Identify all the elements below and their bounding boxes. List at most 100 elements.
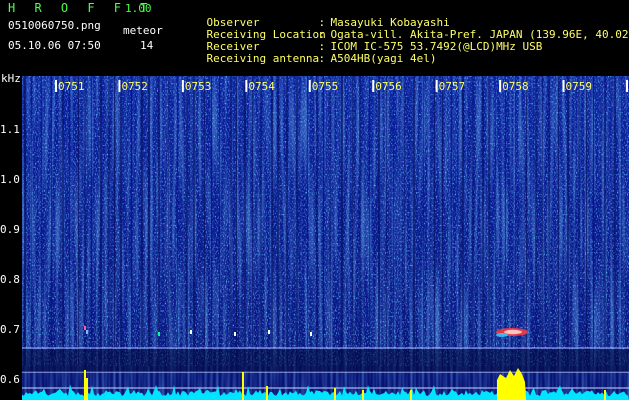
- dark-column: [316, 76, 318, 366]
- echo-bar: [86, 378, 88, 400]
- level-band: [22, 349, 629, 372]
- dark-column: [495, 76, 496, 366]
- time-tick-label: 0756: [375, 80, 402, 93]
- time-tick-mark: [245, 80, 248, 92]
- dark-column: [286, 76, 288, 366]
- dark-column: [586, 76, 587, 366]
- date-time: 05.10.06 07:50: [8, 39, 101, 52]
- dark-column: [186, 76, 188, 366]
- noise-speckle: [22, 76, 629, 366]
- info-row-antenna: Receiving antenna: A504HB(yagi 4el): [206, 52, 437, 65]
- echo-bar: [242, 372, 244, 400]
- dark-column: [69, 76, 70, 366]
- info-value: A504HB(yagi 4el): [330, 52, 437, 65]
- dark-column: [100, 76, 102, 366]
- dark-column: [84, 76, 86, 366]
- dark-column: [260, 76, 262, 366]
- header-panel: H R O F F T 1.00 0510060750.png meteor 0…: [0, 0, 629, 76]
- dark-column: [451, 76, 452, 366]
- dark-column: [177, 76, 178, 366]
- echo-bar: [604, 390, 606, 400]
- dark-column: [41, 76, 42, 366]
- dark-column: [393, 76, 394, 366]
- dark-column: [78, 76, 79, 366]
- info-key: Receiving antenna: [206, 52, 320, 65]
- dark-column: [211, 76, 212, 366]
- dark-column: [193, 76, 195, 366]
- spectrogram-plot: 0751075207530754075507560757075807590800: [22, 76, 629, 400]
- dark-column: [148, 76, 150, 366]
- echo-bar: [334, 388, 336, 400]
- dark-column: [558, 76, 559, 366]
- time-tick-mark: [118, 80, 121, 92]
- meteor-label: meteor: [123, 24, 163, 37]
- time-tick-mark: [562, 80, 565, 92]
- dark-column: [542, 76, 543, 366]
- dark-column: [168, 76, 169, 366]
- time-tick-label: 0753: [185, 80, 212, 93]
- dark-column: [578, 76, 580, 366]
- echo-bar: [410, 390, 412, 400]
- dark-column: [423, 76, 424, 366]
- time-tick-label: 0754: [248, 80, 275, 93]
- dark-column: [604, 76, 606, 366]
- dark-column: [535, 76, 537, 366]
- dark-column: [404, 76, 405, 366]
- dark-column: [341, 76, 343, 366]
- echo-bar: [266, 386, 268, 400]
- dark-column: [219, 76, 220, 366]
- dark-column: [378, 76, 380, 366]
- dark-column: [434, 76, 435, 366]
- y-tick-label: 1.0: [0, 173, 20, 186]
- dark-column: [141, 76, 143, 366]
- y-tick-label: 0.8: [0, 273, 20, 286]
- dark-column: [352, 76, 353, 366]
- dark-column: [386, 76, 387, 366]
- dark-column: [158, 76, 160, 366]
- small-echo-mark: [268, 330, 270, 334]
- dark-column: [505, 76, 506, 366]
- time-tick-mark: [181, 80, 184, 92]
- dark-column: [108, 76, 110, 366]
- dark-column: [442, 76, 443, 366]
- dark-column: [296, 76, 298, 366]
- echo-bar: [84, 370, 86, 400]
- time-tick-mark: [55, 80, 57, 92]
- y-tick-label: 0.7: [0, 323, 20, 336]
- small-echo-mark: [84, 326, 86, 330]
- unit-label: kHz: [1, 72, 21, 85]
- y-tick-label: 0.9: [0, 223, 20, 236]
- dark-column: [51, 76, 52, 366]
- time-tick-label: 0752: [121, 80, 148, 93]
- meteor-echo-highlight: [504, 329, 522, 335]
- dark-column: [204, 76, 205, 366]
- small-echo-mark: [86, 330, 88, 334]
- time-tick-label: 0759: [566, 80, 593, 93]
- small-echo-mark: [158, 332, 160, 336]
- dark-column: [515, 76, 516, 366]
- file-name: 0510060750.png: [8, 19, 101, 32]
- dark-column: [621, 76, 622, 366]
- small-echo-mark: [190, 330, 192, 334]
- y-tick-label: 0.6: [0, 373, 20, 386]
- dark-column: [252, 76, 253, 366]
- dark-column: [369, 76, 370, 366]
- echo-bar: [362, 390, 364, 400]
- dark-column: [472, 76, 474, 366]
- dark-column: [120, 76, 122, 366]
- dark-column: [236, 76, 237, 366]
- time-tick-mark: [372, 80, 375, 92]
- small-echo-mark: [310, 332, 312, 336]
- dark-column: [131, 76, 132, 366]
- meteor-count: 14: [140, 39, 154, 52]
- dark-column: [307, 76, 308, 366]
- time-tick-label: 0757: [439, 80, 466, 93]
- dark-column: [462, 76, 464, 366]
- time-tick-label: 0751: [58, 80, 85, 93]
- time-tick-mark: [435, 80, 438, 92]
- dark-column: [62, 76, 64, 366]
- time-tick-label: 0755: [312, 80, 339, 93]
- dark-column: [567, 76, 569, 366]
- dark-column: [31, 76, 32, 366]
- dark-column: [244, 76, 246, 366]
